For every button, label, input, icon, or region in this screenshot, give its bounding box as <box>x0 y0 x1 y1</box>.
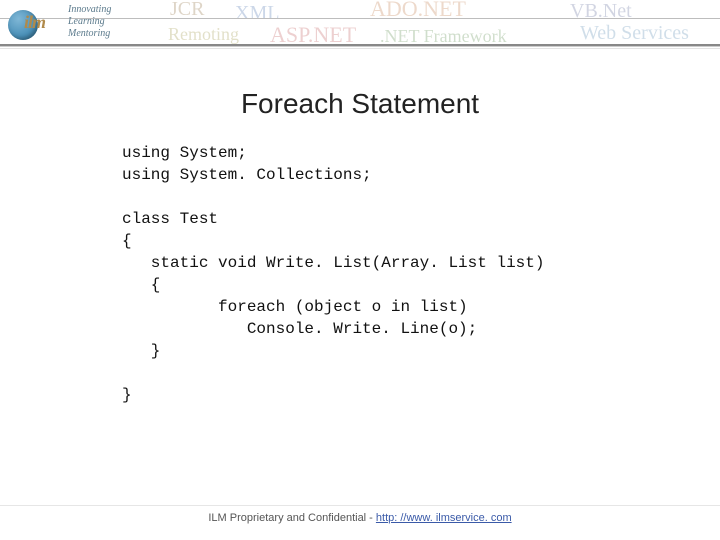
slide: JCR XML ADO.NET VB.Net Remoting ASP.NET … <box>0 0 720 540</box>
slide-footer: ILM Proprietary and Confidential - http:… <box>0 512 720 524</box>
background-watermark-words: JCR XML ADO.NET VB.Net Remoting ASP.NET … <box>60 0 720 60</box>
code-block: using System; using System. Collections;… <box>122 142 544 406</box>
bg-word-remoting: Remoting <box>168 24 239 45</box>
bg-word-xml: XML <box>235 2 279 25</box>
rule-line <box>0 44 720 46</box>
tagline-line: Learning <box>68 16 111 28</box>
slide-title: Foreach Statement <box>0 88 720 120</box>
bg-word-vbnet: VB.Net <box>570 0 632 23</box>
rule-line <box>0 46 720 47</box>
rule-line <box>0 48 720 49</box>
bg-word-webservices: Web Services <box>580 22 689 45</box>
tagline-line: Innovating <box>68 4 111 16</box>
tagline-line: Mentoring <box>68 28 111 40</box>
logo-tagline: Innovating Learning Mentoring <box>68 4 111 40</box>
ilm-logo: ilm <box>8 6 66 50</box>
bg-word-framework: .NET Framework <box>380 26 507 47</box>
logo-text: ilm <box>24 12 45 33</box>
footer-rule <box>0 505 720 506</box>
bg-word-ado-net: ADO.NET <box>370 0 466 22</box>
bg-word-aspnet: ASP.NET <box>270 22 356 48</box>
footer-link[interactable]: http: //www. ilmservice. com <box>376 512 512 524</box>
bg-word-jcr: JCR <box>170 0 204 21</box>
footer-text: ILM Proprietary and Confidential - <box>208 512 376 524</box>
